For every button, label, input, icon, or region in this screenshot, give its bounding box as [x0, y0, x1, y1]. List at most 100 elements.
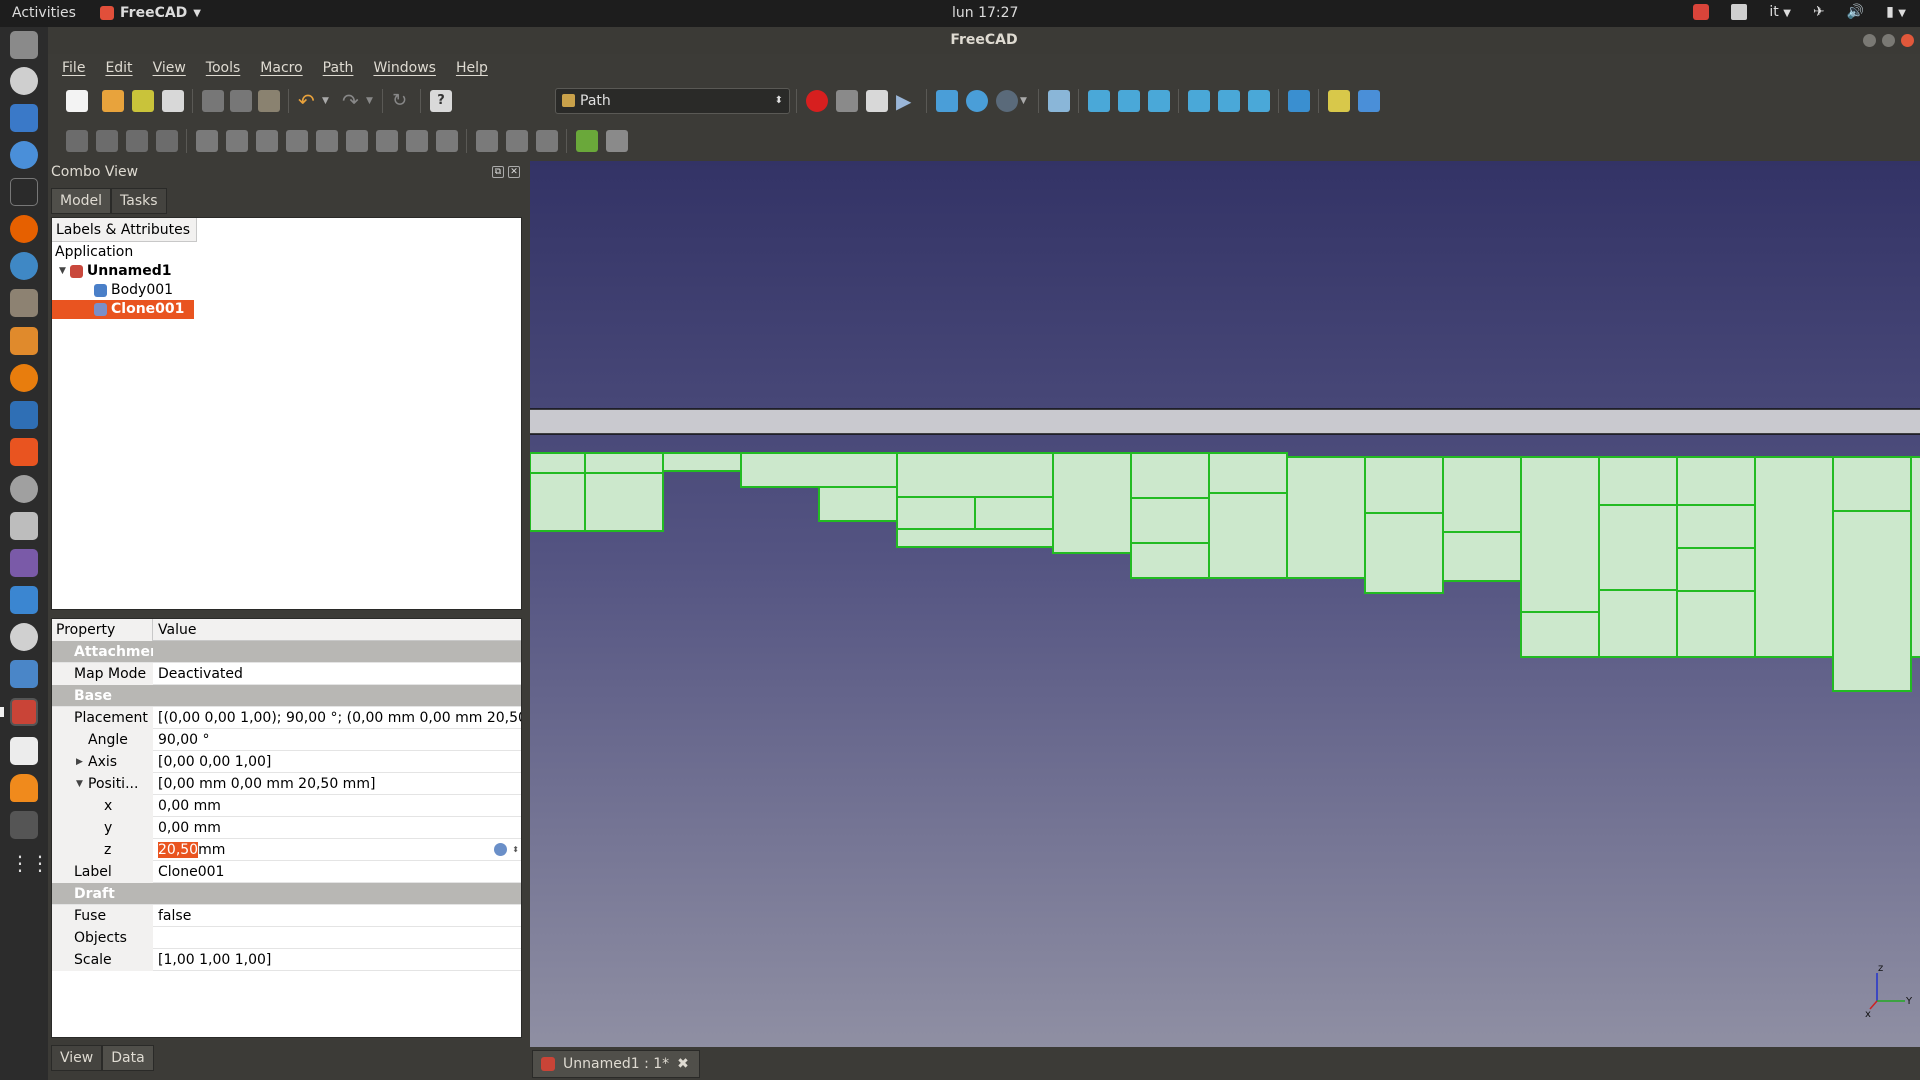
property-row-position[interactable]: ▼ Positi... [0,00 mm 0,00 mm 20,50 mm] — [52, 773, 521, 795]
document-tab[interactable]: Unnamed1 : 1* ✖ — [532, 1050, 700, 1078]
menu-macro[interactable]: Macro — [260, 60, 302, 76]
undo-icon[interactable]: ↶ — [298, 90, 320, 112]
sanity-check-icon[interactable] — [126, 130, 148, 152]
new-document-icon[interactable] — [66, 90, 88, 112]
vlc-icon[interactable] — [10, 774, 38, 802]
redo-icon[interactable]: ↷ — [342, 90, 364, 112]
files-icon[interactable] — [10, 31, 38, 59]
airplane-icon[interactable]: ✈ — [1813, 4, 1825, 20]
property-row-x[interactable]: x 0,00 mm — [52, 795, 521, 817]
post-process-icon[interactable] — [96, 130, 118, 152]
path-job-icon[interactable] — [66, 130, 88, 152]
clock[interactable]: lun 17:27 — [952, 5, 1018, 21]
dressup-icon[interactable] — [476, 130, 498, 152]
copy-icon[interactable] — [230, 90, 252, 112]
menu-help[interactable]: Help — [456, 60, 488, 76]
whats-this-icon[interactable]: ? — [430, 90, 452, 112]
array-icon[interactable] — [506, 130, 528, 152]
fit-selection-icon[interactable] — [966, 90, 988, 112]
pocket-shape-icon[interactable] — [286, 130, 308, 152]
show-applications-icon[interactable]: ⋮⋮ — [10, 849, 50, 877]
tab-data[interactable]: Data — [102, 1045, 154, 1071]
keyboard-layout[interactable]: it ▼ — [1769, 4, 1791, 20]
libreoffice-writer-icon[interactable] — [10, 104, 38, 132]
software-center-icon[interactable] — [10, 438, 38, 466]
expand-arrow-icon[interactable]: ▼ — [59, 262, 66, 281]
fit-all-icon[interactable] — [936, 90, 958, 112]
close-panel-button[interactable]: ✕ — [508, 166, 520, 178]
value-column-header[interactable]: Value — [156, 619, 521, 641]
tree-item-document[interactable]: ▼ Unnamed1 — [59, 262, 172, 281]
property-column-header[interactable]: Property — [52, 619, 153, 641]
create-group-icon[interactable] — [1358, 90, 1380, 112]
text-editor-icon[interactable] — [10, 737, 38, 765]
top-view-icon[interactable] — [1118, 90, 1140, 112]
diagram-app-icon[interactable] — [10, 327, 38, 355]
menu-view[interactable]: View — [153, 60, 186, 76]
z-value-editor[interactable]: 20,50mm — [156, 839, 521, 861]
refresh-icon[interactable]: ↻ — [392, 90, 414, 112]
cut-icon[interactable] — [202, 90, 224, 112]
engrave-icon[interactable] — [436, 130, 458, 152]
right-view-icon[interactable] — [1148, 90, 1170, 112]
settings-tools-icon[interactable] — [10, 475, 38, 503]
property-group-base[interactable]: Base — [52, 685, 521, 707]
property-row-map-mode[interactable]: Map Mode Deactivated — [52, 663, 521, 685]
edit-macro-icon[interactable] — [866, 90, 888, 112]
property-row-y[interactable]: y 0,00 mm — [52, 817, 521, 839]
expand-arrow-icon[interactable]: ▶ — [76, 751, 83, 773]
drilling-icon[interactable] — [316, 130, 338, 152]
paste-icon[interactable] — [258, 90, 280, 112]
volume-icon[interactable]: 🔊 — [1847, 4, 1864, 20]
menu-edit[interactable]: Edit — [105, 60, 132, 76]
menu-file[interactable]: File — [62, 60, 85, 76]
undo-dropdown-icon[interactable]: ▼ — [322, 90, 332, 112]
helix-icon[interactable] — [376, 130, 398, 152]
tab-view[interactable]: View — [51, 1045, 103, 1071]
mill-face-icon[interactable] — [346, 130, 368, 152]
save-icon[interactable] — [132, 90, 154, 112]
eye-app-icon[interactable] — [10, 623, 38, 651]
freecad-dock-icon[interactable] — [10, 698, 38, 726]
workbench-selector[interactable]: Path ⬍ — [555, 88, 790, 114]
simulator-icon[interactable] — [576, 130, 598, 152]
camera-app-icon[interactable] — [10, 512, 38, 540]
stop-macro-icon[interactable] — [836, 90, 858, 112]
3d-cube-icon[interactable] — [10, 660, 38, 688]
activities-button[interactable]: Activities — [12, 5, 76, 21]
media-app-icon[interactable] — [10, 549, 38, 577]
inspect-gcode-icon[interactable] — [156, 130, 178, 152]
open-folder-icon[interactable] — [102, 90, 124, 112]
expression-icon[interactable] — [494, 843, 507, 856]
gimp-icon[interactable] — [10, 289, 38, 317]
area-view-icon[interactable] — [606, 130, 628, 152]
virtualbox-icon[interactable] — [10, 401, 38, 429]
tree-item-body[interactable]: Body001 — [94, 281, 173, 300]
pen-tool-icon[interactable] — [10, 252, 38, 280]
property-group-attachment[interactable]: Attachment — [52, 641, 521, 663]
z-value-selected-text[interactable]: 20,50 — [158, 842, 199, 858]
create-part-icon[interactable] — [1328, 90, 1350, 112]
property-group-draft[interactable]: Draft — [52, 883, 521, 905]
collapse-arrow-icon[interactable]: ▼ — [76, 773, 83, 795]
print-icon[interactable] — [162, 90, 184, 112]
menu-tools[interactable]: Tools — [206, 60, 241, 76]
profile-faces-icon[interactable] — [196, 130, 218, 152]
property-row-objects[interactable]: Objects — [52, 927, 521, 949]
draw-style-dropdown-icon[interactable]: ▼ — [1020, 90, 1030, 112]
tree-item-clone[interactable]: Clone001 — [52, 300, 195, 319]
spin-buttons[interactable]: ⬍ — [512, 839, 519, 861]
solid-geometry[interactable] — [530, 452, 1920, 692]
property-row-z[interactable]: z 20,50mm ⬍ — [52, 839, 521, 861]
app-menu[interactable]: FreeCAD ▼ — [100, 5, 201, 21]
clipboard-icon[interactable] — [1731, 4, 1748, 20]
execute-macro-icon[interactable]: ▶ — [896, 90, 918, 112]
menu-windows[interactable]: Windows — [373, 60, 436, 76]
tree-column-header[interactable]: Labels & Attributes — [52, 218, 197, 242]
left-view-icon[interactable] — [1248, 90, 1270, 112]
minimize-button[interactable] — [1863, 34, 1876, 47]
maximize-button[interactable] — [1882, 34, 1895, 47]
profile-edges-icon[interactable] — [226, 130, 248, 152]
isometric-view-icon[interactable] — [1048, 90, 1070, 112]
bottom-view-icon[interactable] — [1218, 90, 1240, 112]
